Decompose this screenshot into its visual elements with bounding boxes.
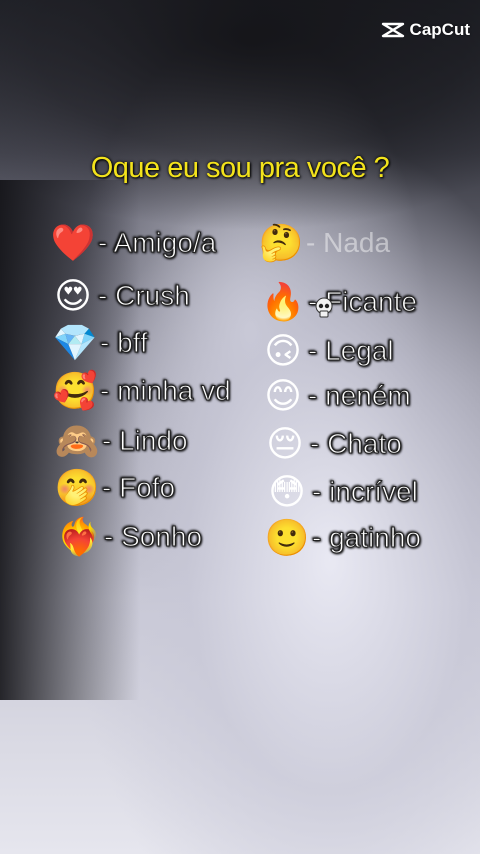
gem-icon: 💎 [52, 323, 98, 364]
item-label: - Legal [308, 335, 395, 367]
slightly-smiling-face-icon: 🙂 [264, 518, 310, 559]
item-label: - gatinho [312, 522, 422, 554]
list-item: ❤️‍🔥 - Sonho [56, 515, 203, 559]
heart-on-fire-icon: ❤️‍🔥 [56, 517, 102, 558]
heart-eyes-icon: 😍 [54, 275, 92, 317]
skull-icon [315, 297, 333, 318]
see-no-evil-monkey-icon: 🙈 [54, 421, 100, 462]
watermark-text: CapCut [409, 20, 470, 39]
upside-down-face-icon: 🙃 [264, 330, 302, 372]
item-label: - minha vd [100, 375, 232, 407]
thinking-face-icon: 🤔 [258, 223, 304, 264]
list-item: 🙃 - Legal [260, 329, 394, 373]
list-item: 😍 - Crush [50, 274, 190, 318]
list-item: 💎 - bff [52, 321, 149, 365]
item-label: - incrível [312, 476, 419, 508]
item-label: - Lindo [102, 425, 189, 457]
list-item: 🤭 - Fofo [54, 466, 176, 510]
list-item: ❤️ - Amigo/a [50, 221, 217, 265]
list-item: 😊 - neném [260, 374, 411, 418]
red-heart-icon: ❤️ [50, 223, 96, 264]
question-title: Oque eu sou pra você ? [90, 152, 390, 184]
list-item: 🔥 - Ficante [260, 280, 418, 324]
item-label: - Fofo [101, 472, 176, 504]
pensive-face-icon: 😔 [266, 423, 304, 465]
item-label: - Amigo/a [97, 227, 217, 259]
fire-icon: 🔥 [260, 282, 306, 323]
list-item: 🤔 - Nada [258, 221, 390, 265]
item-label: - Nada [306, 227, 391, 258]
list-item: 🙈 - Lindo [54, 419, 189, 463]
item-label: - bff [100, 327, 149, 359]
smiling-hearts-icon: 🥰 [52, 371, 98, 412]
item-label: - neném [308, 380, 412, 412]
item-label: - Crush [98, 280, 191, 312]
item-label: - Sonho [103, 521, 203, 553]
hand-over-mouth-icon: 🤭 [54, 468, 100, 509]
list-item: 🙂 - gatinho [264, 516, 422, 560]
capcut-watermark: CapCut [381, 20, 470, 40]
list-item: 😔 - Chato [262, 422, 402, 466]
list-item: 😳 - incrível [264, 470, 418, 514]
capcut-logo-icon [381, 22, 404, 38]
list-item: 🥰 - minha vd [52, 369, 232, 413]
item-label: - Chato [310, 428, 403, 460]
flushed-face-icon: 😳 [268, 471, 306, 513]
smiling-blush-icon: 😊 [264, 375, 302, 417]
